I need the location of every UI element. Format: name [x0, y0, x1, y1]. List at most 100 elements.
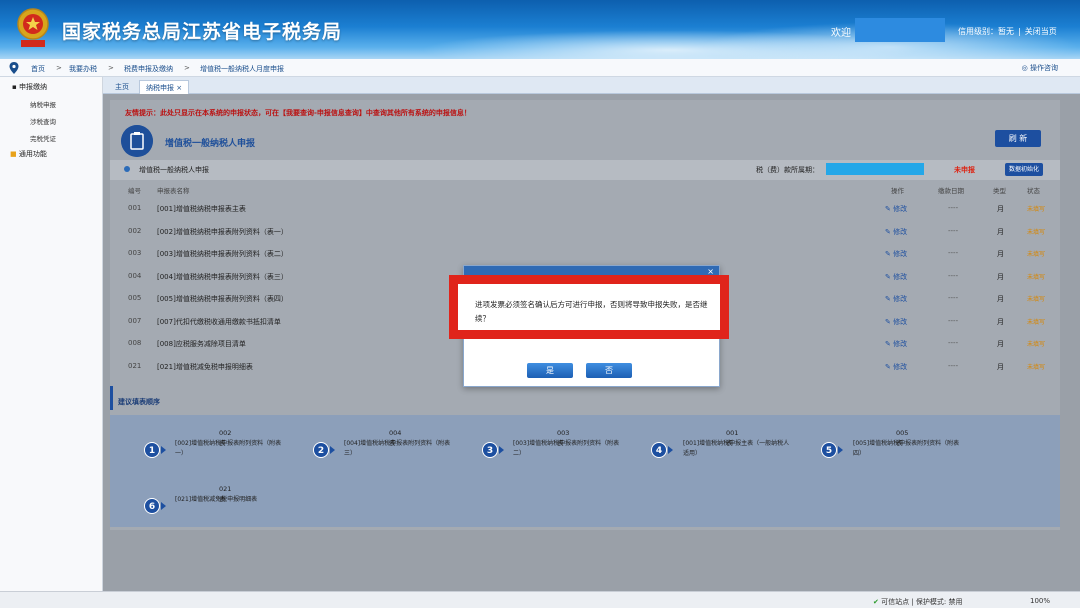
site-title: 国家税务总局江苏省电子税务局 — [62, 21, 343, 43]
refresh-button[interactable]: 刷 新 — [995, 130, 1041, 147]
edit-button[interactable]: 修改 — [885, 362, 907, 372]
breadcrumb-current: 增值税一般纳税人月度申报 — [200, 65, 284, 73]
sidebar-section-filing[interactable]: ▪ 申报缴纳 — [12, 82, 47, 92]
user-name-redacted — [855, 18, 945, 42]
row-type: 月 — [997, 273, 1004, 281]
step-number: 1 — [144, 442, 160, 458]
row-status: 未填写 — [1027, 296, 1046, 303]
step-number: 6 — [144, 498, 160, 514]
row-deadline: ---- — [948, 204, 959, 212]
sidebar-item-common[interactable]: ■ 通用功能 — [10, 149, 47, 159]
row-code: 007 — [128, 317, 142, 325]
column-header-code: 编号 — [128, 187, 141, 195]
credit-level-text: 信用级别：暂无 — [958, 27, 1014, 36]
row-deadline: ---- — [948, 249, 959, 257]
row-status: 未填写 — [1027, 319, 1046, 326]
row-type: 月 — [997, 318, 1004, 326]
help-link[interactable]: ◎ 操作咨询 — [1022, 63, 1058, 73]
step-desc: [002]增值税纳税申报表附列资料（附表一） — [175, 440, 282, 457]
filing-status-badge: 未申报 — [954, 166, 975, 174]
row-code: 005 — [128, 294, 142, 302]
row-name[interactable]: [003]增值税纳税申报表附列资料（表二） — [157, 249, 288, 259]
edit-button[interactable]: 修改 — [885, 204, 907, 214]
row-code: 004 — [128, 272, 142, 280]
row-status: 未填写 — [1027, 206, 1046, 213]
row-name[interactable]: [002]增值税纳税申报表附列资料（表一） — [157, 227, 288, 237]
row-status: 未填写 — [1027, 251, 1046, 258]
step-desc: [001]增值税纳税申报主表（一般纳税人适用） — [683, 440, 790, 457]
edit-button[interactable]: 修改 — [885, 339, 907, 349]
column-header-action: 操作 — [891, 187, 904, 195]
site-header: 国家税务总局江苏省电子税务局 欢迎 信用级别：暂无 | 关闭当页 — [0, 0, 1080, 59]
folder-icon: ■ — [10, 150, 19, 158]
breadcrumb-filing[interactable]: 税费申报及缴纳 — [124, 64, 173, 74]
edit-button[interactable]: 修改 — [885, 294, 907, 304]
sidebar-item-certificate[interactable]: 完税凭证 — [30, 133, 56, 143]
row-status: 未填写 — [1027, 341, 1046, 348]
row-deadline: ---- — [948, 362, 959, 370]
breadcrumb-tax[interactable]: 我要办税 — [69, 64, 97, 74]
suggest-flow — [110, 415, 1060, 527]
row-code: 001 — [128, 204, 142, 212]
row-name[interactable]: [005]增值税纳税申报表附列资料（表四） — [157, 294, 288, 304]
yes-button[interactable]: 是 — [527, 363, 573, 378]
row-code: 008 — [128, 339, 142, 347]
row-type: 月 — [997, 295, 1004, 303]
location-pin-icon — [9, 62, 19, 74]
column-header-name: 申报表名称 — [157, 187, 190, 195]
row-code: 021 — [128, 362, 142, 370]
clipboard-icon — [121, 125, 153, 157]
column-header-status: 状态 — [1027, 187, 1040, 195]
step-desc: [005]增值税纳税申报表附列资料（附表四） — [853, 440, 960, 457]
edit-button[interactable]: 修改 — [885, 272, 907, 282]
no-button[interactable]: 否 — [586, 363, 632, 378]
row-name[interactable]: [004]增值税纳税申报表附列资料（表三） — [157, 272, 288, 282]
zoom-level[interactable]: 100% — [1030, 597, 1050, 605]
row-name[interactable]: [007]代扣代缴税收通用缴款书抵扣清单 — [157, 317, 281, 327]
row-code: 003 — [128, 249, 142, 257]
help-label: 操作咨询 — [1030, 64, 1058, 72]
step-number: 5 — [821, 442, 837, 458]
sidebar-item-filing[interactable]: 纳税申报 — [30, 99, 56, 109]
breadcrumb: 首页 > 我要办税 > 税费申报及缴纳 > 增值税一般纳税人月度申报 ◎ 操作咨… — [0, 59, 1080, 77]
edit-button[interactable]: 修改 — [885, 227, 907, 237]
breadcrumb-separator: > — [184, 64, 190, 72]
table-row: 001 [001]增值税纳税申报表主表 修改 ---- 月 未填写 — [110, 204, 1060, 226]
dialog-message: 进项发票必须签名确认后方可进行申报，否则将导致申报失败，是否继续？ — [475, 300, 708, 323]
trust-status: 可信站点 | 保护模式: 禁用 — [873, 597, 962, 607]
breadcrumb-home[interactable]: 首页 — [31, 64, 45, 74]
column-header-type: 类型 — [993, 187, 1006, 195]
row-name[interactable]: [001]增值税纳税申报表主表 — [157, 204, 246, 214]
form-title: 增值税一般纳税人申报 — [165, 139, 256, 149]
row-name[interactable]: [021]增值税减免税申报明细表 — [157, 362, 253, 372]
row-type: 月 — [997, 250, 1004, 258]
friendly-notice: 友情提示：此处只显示在本系统的申报状态，可在【我要查询-申报信息查询】中查询其他… — [125, 109, 471, 117]
row-deadline: ---- — [948, 294, 959, 302]
row-deadline: ---- — [948, 339, 959, 347]
sidebar-item-query[interactable]: 涉税查询 — [30, 116, 56, 126]
edit-button[interactable]: 修改 — [885, 317, 907, 327]
row-status: 未填写 — [1027, 229, 1046, 236]
row-deadline: ---- — [948, 227, 959, 235]
step-desc: [021]增值税减免税申报明细表 — [175, 496, 258, 503]
tax-emblem-icon — [17, 8, 49, 47]
row-deadline: ---- — [948, 272, 959, 280]
tab-filing[interactable]: 纳税申报 × — [139, 80, 190, 94]
row-name[interactable]: [008]应税服务减除项目清单 — [157, 339, 246, 349]
period-label: 税（费）款所属期： — [756, 166, 819, 174]
edit-button[interactable]: 修改 — [885, 249, 907, 259]
tab-filing-label: 纳税申报 — [146, 84, 174, 92]
close-page-link[interactable]: 关闭当页 — [1025, 27, 1057, 36]
tab-bar: 主页 纳税申报 × — [103, 77, 1080, 94]
arrow-right-icon — [838, 446, 843, 454]
data-init-button[interactable]: 数据初始化 — [1005, 163, 1043, 176]
close-icon[interactable]: × — [176, 84, 182, 92]
row-status: 未填写 — [1027, 364, 1046, 371]
welcome-text: 欢迎 — [831, 28, 851, 39]
tab-home[interactable]: 主页 — [109, 80, 135, 94]
browser-status-bar: 可信站点 | 保护模式: 禁用 100% — [0, 591, 1080, 608]
row-type: 月 — [997, 205, 1004, 213]
header-links: 信用级别：暂无 | 关闭当页 — [958, 27, 1057, 36]
arrow-right-icon — [161, 446, 166, 454]
period-value-redacted — [826, 163, 924, 175]
